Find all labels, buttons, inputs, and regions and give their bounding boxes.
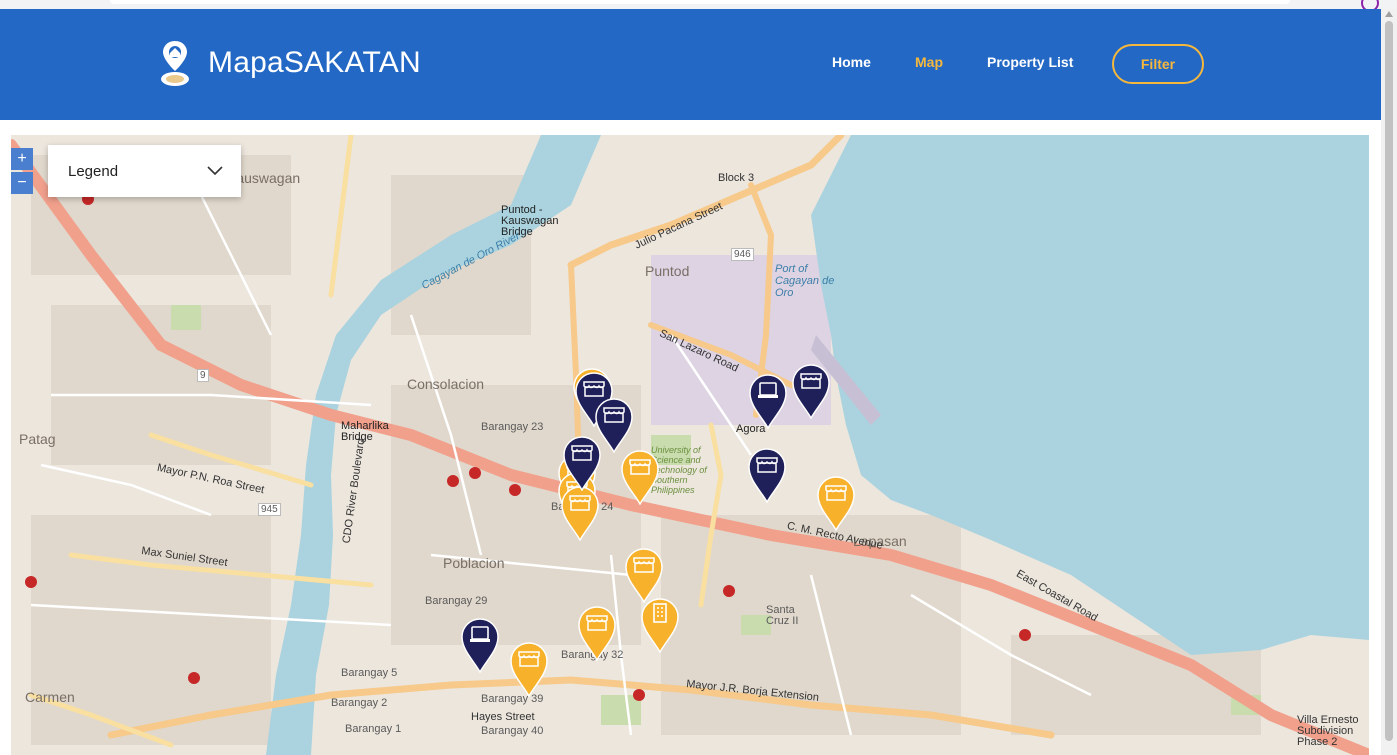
zoom-control: + − [11,148,33,196]
nav-home[interactable]: Home [832,54,871,70]
page-scrollbar[interactable] [1381,9,1397,755]
scroll-up-icon[interactable] [1385,11,1393,17]
property-marker-yellow-storefront-icon[interactable] [620,449,660,506]
label-block3: Block 3 [718,172,755,184]
house-location-logo-icon [161,41,189,86]
nav-map[interactable]: Map [915,54,943,70]
label-barangay40: Barangay 40 [481,725,544,737]
label-santa-cruz: Santa Cruz II [766,604,799,627]
zoom-in-button[interactable]: + [11,148,33,170]
label-barangay2: Barangay 2 [331,697,388,709]
label-barangay23: Barangay 23 [481,421,544,433]
label-port: Port of Cagayan de Oro [775,263,835,299]
label-barangay29: Barangay 29 [425,595,488,607]
scrollbar-thumb[interactable] [1385,21,1393,741]
label-route945: 945 [258,503,281,516]
label-ustp: University of Science and Technology of … [651,445,707,495]
label-route9: 9 [197,369,209,382]
app-title: MapaSAKATAN [208,46,421,79]
label-carmen: Carmen [25,689,75,705]
property-marker-yellow-storefront-icon[interactable] [816,475,856,532]
property-marker-yellow-storefront-icon[interactable] [577,605,617,662]
label-barangay1: Barangay 1 [345,723,402,735]
label-villa-ernesto: Villa Ernesto Subdivision Phase 2 [1297,714,1359,748]
label-maharlika: Maharlika Bridge [341,420,389,443]
label-barangay5: Barangay 5 [341,667,398,679]
label-poblacion: Poblacion [443,555,505,571]
brand[interactable]: MapaSAKATAN [158,39,421,87]
property-marker-yellow-storefront-icon[interactable] [560,485,600,542]
label-hayes: Hayes Street [471,711,535,723]
legend-label: Legend [68,162,119,180]
label-puntod: Puntod [645,263,690,279]
property-marker-yellow-storefront-icon[interactable] [509,641,549,698]
legend-dropdown[interactable]: Legend [48,145,241,197]
property-marker-navy-office-icon[interactable] [460,617,500,674]
zoom-out-button[interactable]: − [11,172,33,194]
label-route946: 946 [731,248,754,261]
chevron-down-icon [207,166,223,176]
property-marker-navy-storefront-icon[interactable] [791,363,831,420]
property-marker-navy-storefront-icon[interactable] [747,447,787,504]
browser-top-strip [0,0,1397,12]
address-bar-edge [110,0,1290,4]
property-marker-yellow-building-icon[interactable] [640,597,680,654]
filter-button[interactable]: Filter [1112,44,1204,84]
property-marker-navy-storefront-icon[interactable] [562,435,602,492]
top-navbar: MapaSAKATAN Home Map Property List Filte… [0,9,1381,120]
property-marker-navy-office-icon[interactable] [748,373,788,430]
nav-property-list[interactable]: Property List [987,54,1073,70]
label-patag: Patag [19,431,56,447]
label-consolacion: Consolacion [407,376,485,392]
map-canvas[interactable]: Kauswagan Puntod Port of Cagayan de Oro … [11,135,1369,755]
property-marker-yellow-storefront-icon[interactable] [624,547,664,604]
